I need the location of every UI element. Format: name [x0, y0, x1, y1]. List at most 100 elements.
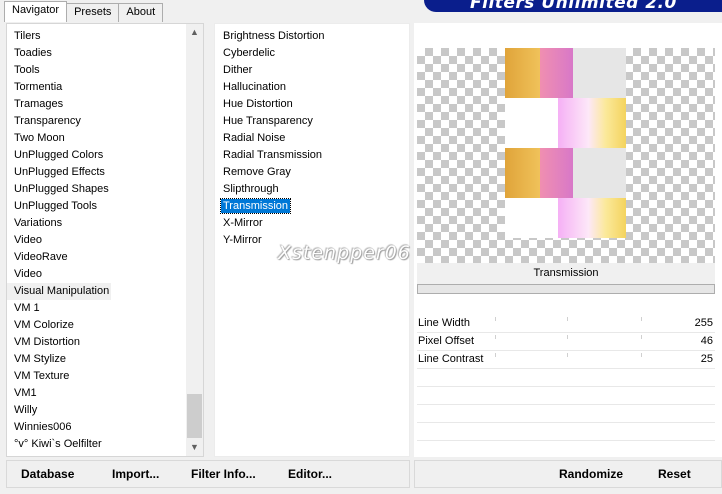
parameter-row[interactable]: Line Contrast 25	[417, 351, 715, 369]
import-button[interactable]: Import...	[112, 467, 159, 481]
category-item[interactable]: VM Texture	[7, 368, 187, 385]
filter-list-panel: Brightness Distortion Cyberdelic Dither Hal…	[214, 23, 410, 457]
slider-tick	[495, 317, 496, 321]
reset-button[interactable]: Reset	[658, 467, 691, 481]
empty-parameter-row	[417, 369, 715, 387]
parameter-row[interactable]: Line Width 255	[417, 315, 715, 333]
category-item[interactable]: Visual Manipulation	[7, 283, 111, 300]
bottom-toolbar-right: Randomize Reset	[414, 460, 722, 488]
filter-item-label: Hallucination	[223, 81, 286, 93]
slider-tick	[495, 353, 496, 357]
category-item[interactable]: VM 1	[7, 300, 187, 317]
filter-item-label: Radial Noise	[223, 132, 286, 144]
parameter-label: Line Width	[418, 317, 470, 329]
parameter-row[interactable]: Pixel Offset 46	[417, 333, 715, 351]
filter-item[interactable]: Radial Transmission	[215, 147, 409, 164]
scroll-down-icon[interactable]: ▼	[186, 439, 203, 456]
category-item[interactable]: UnPlugged Tools	[7, 198, 187, 215]
filter-item-label: Cyberdelic	[223, 47, 275, 59]
category-item[interactable]: VideoRave	[7, 249, 187, 266]
category-item[interactable]: Willy	[7, 402, 187, 419]
progress-bar	[417, 284, 715, 294]
category-item[interactable]: Variations	[7, 215, 187, 232]
slider-tick	[567, 335, 568, 339]
category-item[interactable]: VM Distortion	[7, 334, 187, 351]
category-item[interactable]: °v° Kiwi`s Oelfilter	[7, 436, 187, 453]
filter-item-label: Remove Gray	[223, 166, 291, 178]
filter-item-label: X-Mirror	[223, 217, 263, 229]
editor-button[interactable]: Editor...	[288, 467, 332, 481]
filter-item[interactable]: X-Mirror	[215, 215, 409, 232]
parameter-label: Line Contrast	[418, 353, 484, 365]
preview-block	[505, 48, 540, 98]
empty-parameter-row	[417, 423, 715, 441]
parameter-label: Pixel Offset	[418, 335, 475, 347]
preview-block	[505, 198, 558, 238]
category-item[interactable]: Video	[7, 232, 187, 249]
category-item[interactable]: Tools	[7, 62, 187, 79]
scroll-up-icon[interactable]: ▲	[186, 24, 203, 41]
slider-tick	[641, 335, 642, 339]
preview-block	[505, 148, 540, 198]
parameter-value: 46	[700, 335, 713, 347]
preview-block	[558, 198, 626, 238]
category-list-panel: Tilers Toadies Tools Tormentia Tramages Trans…	[6, 23, 204, 457]
preview-block	[540, 48, 573, 98]
filter-item[interactable]: Hue Transparency	[215, 113, 409, 130]
category-scrollbar[interactable]: ▲ ▼	[186, 24, 203, 456]
category-list: Tilers Toadies Tools Tormentia Tramages Trans…	[7, 28, 187, 453]
category-item[interactable]: UnPlugged Shapes	[7, 181, 187, 198]
filter-item-label: Radial Transmission	[223, 149, 323, 161]
preview-block	[540, 148, 573, 198]
preview-image	[417, 48, 715, 263]
tab-presets[interactable]: Presets	[66, 3, 120, 22]
parameter-value: 25	[700, 353, 713, 365]
filter-item[interactable]: Dither	[215, 62, 409, 79]
filter-list: Brightness Distortion Cyberdelic Dither Hal…	[215, 28, 409, 249]
category-item[interactable]: Two Moon	[7, 130, 187, 147]
tab-about[interactable]: About	[118, 3, 164, 22]
filter-info-button[interactable]: Filter Info...	[191, 467, 256, 481]
category-item[interactable]: VM1	[7, 385, 187, 402]
filter-item[interactable]: Cyberdelic	[215, 45, 409, 62]
category-item[interactable]: Video	[7, 266, 187, 283]
preview-block	[573, 48, 626, 98]
slider-tick	[495, 335, 496, 339]
category-item[interactable]: Toadies	[7, 45, 187, 62]
filter-item[interactable]: Hallucination	[215, 79, 409, 96]
parameter-value: 255	[694, 317, 713, 329]
category-item[interactable]: Transparency	[7, 113, 187, 130]
category-item[interactable]: UnPlugged Colors	[7, 147, 187, 164]
filter-item[interactable]: Transmission	[215, 198, 409, 215]
slider-tick	[567, 317, 568, 321]
filter-item[interactable]: Slipthrough	[215, 181, 409, 198]
filter-item[interactable]: Radial Noise	[215, 130, 409, 147]
category-item[interactable]: VM Stylize	[7, 351, 187, 368]
app-title: Filters Unlimited 2.0	[470, 0, 677, 12]
filter-item-label: Dither	[223, 64, 253, 76]
slider-tick	[641, 317, 642, 321]
filter-item-label: Brightness Distortion	[223, 30, 325, 42]
randomize-button[interactable]: Randomize	[559, 467, 623, 481]
scrollbar-thumb[interactable]	[187, 394, 202, 438]
filter-item[interactable]: Hue Distortion	[215, 96, 409, 113]
category-item[interactable]: VM Colorize	[7, 317, 187, 334]
filter-item[interactable]: Remove Gray	[215, 164, 409, 181]
slider-tick	[641, 353, 642, 357]
parameter-list: Line Width 255 Pixel Offset 46 Line Contrast…	[417, 315, 715, 441]
database-button[interactable]: Database	[21, 467, 74, 481]
empty-parameter-row	[417, 405, 715, 423]
filter-item[interactable]: Brightness Distortion	[215, 28, 409, 45]
slider-tick	[567, 353, 568, 357]
category-item[interactable]: Tormentia	[7, 79, 187, 96]
category-item[interactable]: Winnies006	[7, 419, 187, 436]
preview-block	[573, 148, 626, 198]
preview-panel: Transmission Line Width 255 Pixel Offset 46…	[414, 23, 722, 457]
tab-navigator[interactable]: Navigator	[4, 1, 68, 22]
category-item[interactable]: Tramages	[7, 96, 187, 113]
preview-block	[558, 98, 626, 148]
tab-bar: Navigator Presets About	[4, 1, 164, 22]
category-item[interactable]: UnPlugged Effects	[7, 164, 187, 181]
bottom-toolbar-left: Database Import... Filter Info... Editor…	[6, 460, 410, 488]
category-item[interactable]: Tilers	[7, 28, 187, 45]
